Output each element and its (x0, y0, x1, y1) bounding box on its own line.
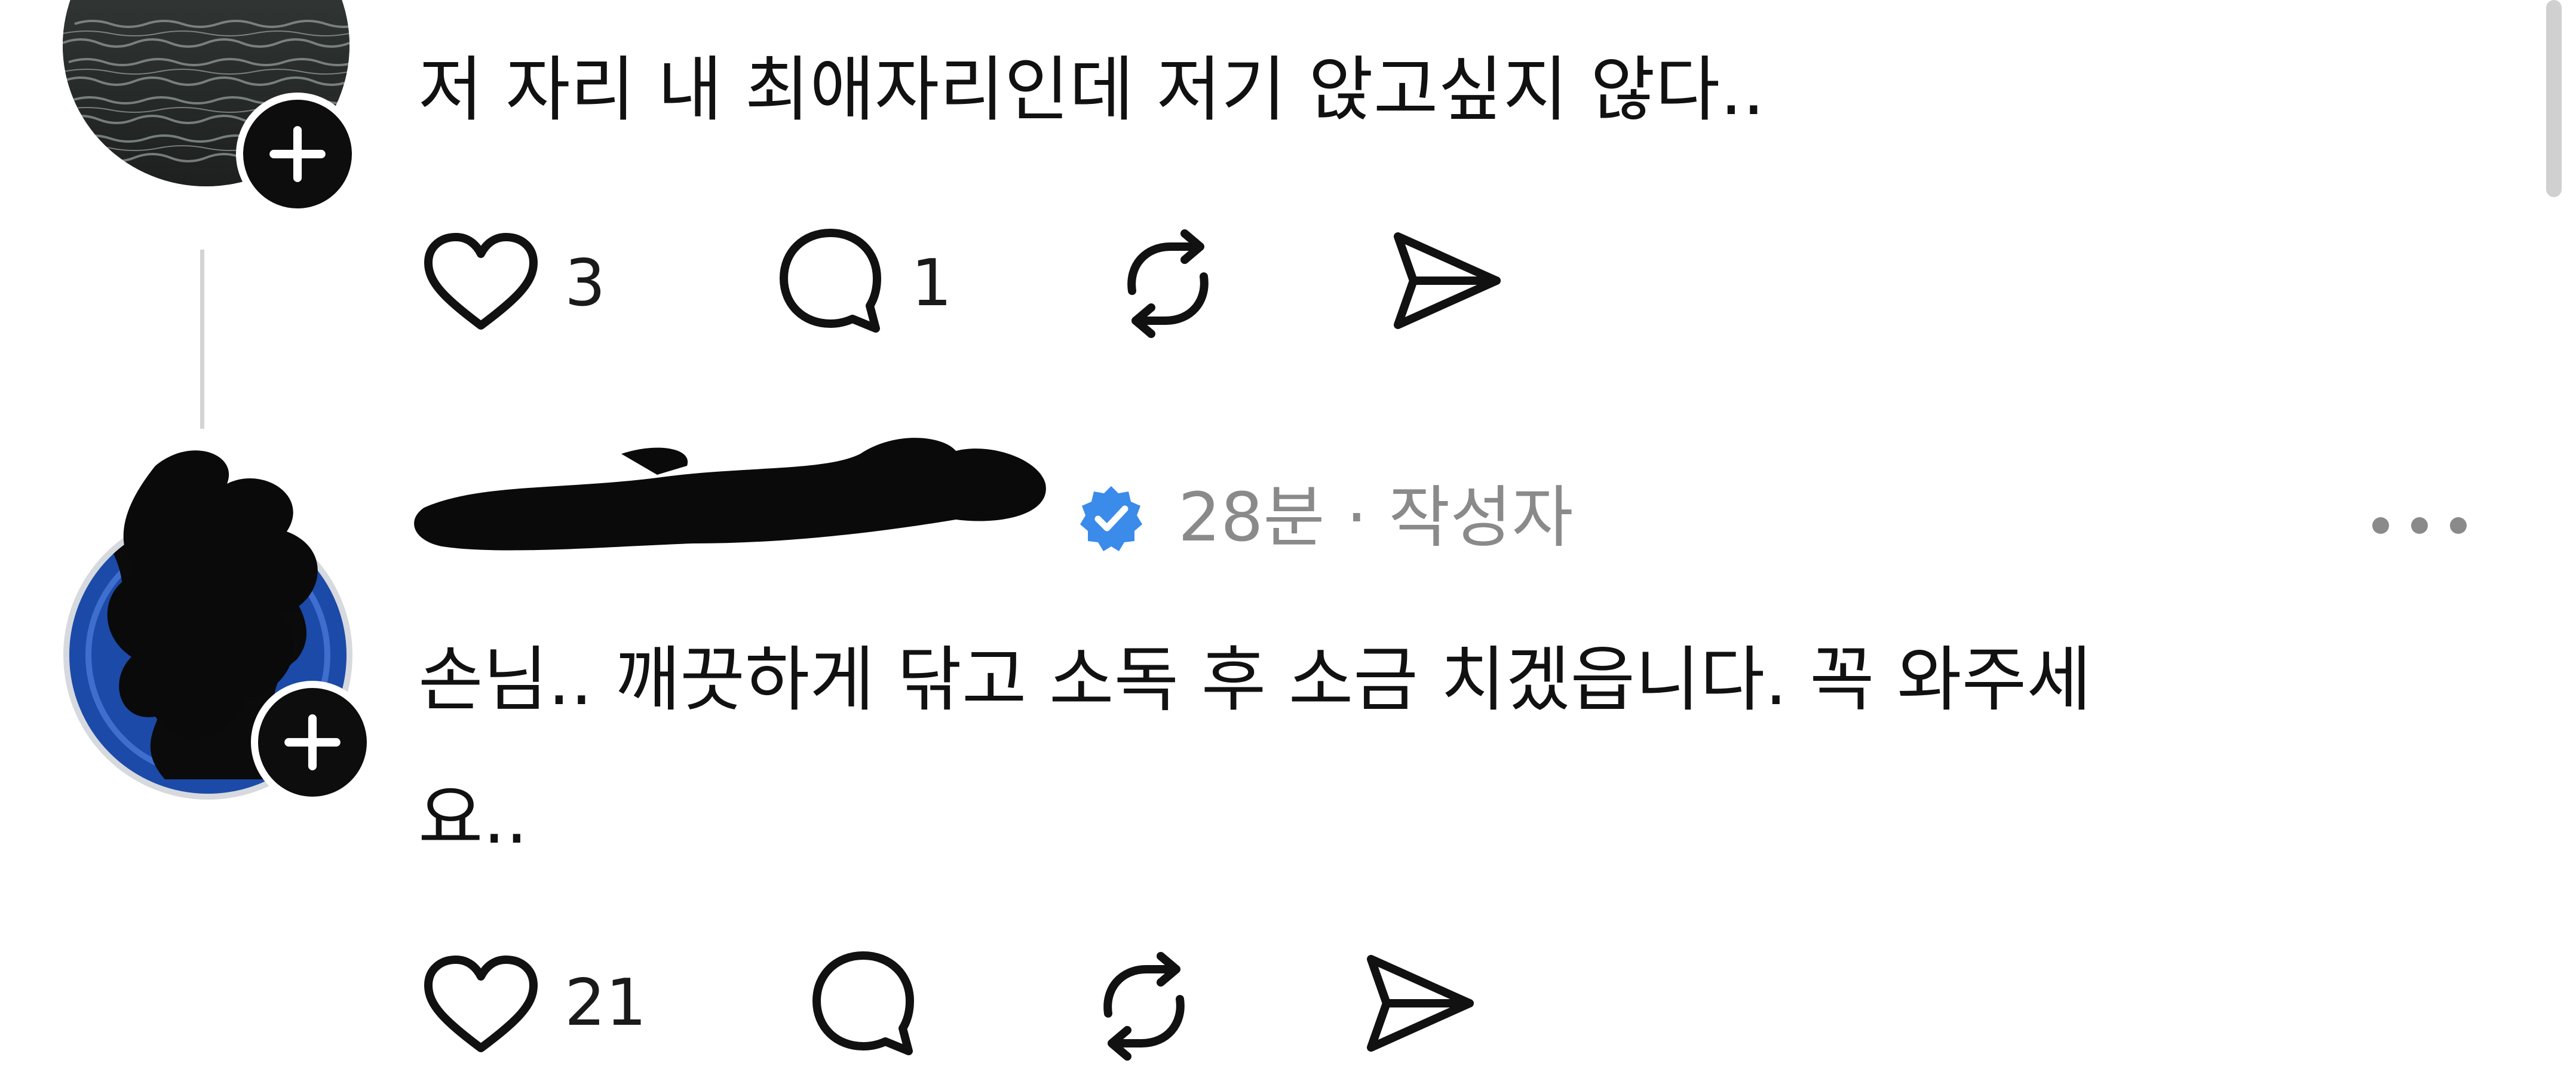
plus-icon (284, 714, 341, 770)
repost-icon (1103, 952, 1185, 1061)
reply-count: 1 (911, 246, 952, 321)
like-button[interactable] (421, 230, 541, 337)
follow-button[interactable] (251, 681, 374, 804)
reply-button[interactable] (804, 944, 923, 1063)
paper-plane-icon (1367, 955, 1474, 1052)
more-options-button[interactable] (2366, 508, 2473, 543)
thread-line (200, 250, 204, 429)
speech-bubble-icon (780, 229, 881, 333)
comment-text-line-2: 요.. (418, 777, 528, 859)
username-redacted (414, 438, 1046, 551)
reply-button[interactable] (771, 221, 890, 340)
speech-bubble-icon (812, 951, 914, 1055)
like-button[interactable] (421, 953, 541, 1060)
verified-badge-icon (1075, 483, 1147, 554)
repost-button[interactable] (1084, 947, 1204, 1066)
repost-button[interactable] (1108, 224, 1228, 343)
plus-icon (269, 126, 326, 182)
comment-meta: 28분 · 작성자 (1178, 479, 1574, 557)
comment-text: 저 자리 내 최애자리인데 저기 앉고싶지 않다.. (418, 48, 1765, 131)
share-button[interactable] (1386, 227, 1505, 334)
comment-text-line-1: 손님.. 깨끗하게 닦고 소독 후 소금 치겠읍니다. 꼭 와주세 (418, 638, 2092, 721)
paper-plane-icon (1394, 232, 1501, 329)
like-count: 3 (565, 246, 606, 321)
like-count: 21 (565, 966, 647, 1040)
scrollbar[interactable] (2546, 0, 2562, 197)
repost-icon (1127, 229, 1209, 338)
heart-icon (424, 956, 538, 1052)
more-dots-icon (2372, 517, 2467, 534)
heart-icon (424, 233, 538, 330)
share-button[interactable] (1359, 950, 1479, 1057)
follow-button[interactable] (236, 93, 359, 216)
